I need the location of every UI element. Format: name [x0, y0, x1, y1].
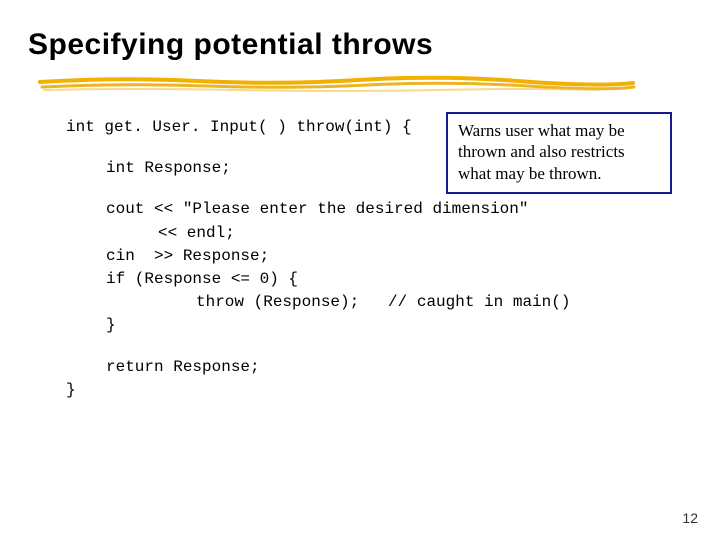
code-line: cin >> Response; — [106, 245, 692, 268]
code-line: cout << "Please enter the desired dimens… — [106, 198, 692, 221]
callout-box: Warns user what may be thrown and also r… — [446, 112, 672, 194]
callout-text: Warns user what may be thrown and also r… — [458, 121, 625, 183]
code-line: } — [66, 379, 692, 402]
code-line: << endl; — [158, 222, 692, 245]
page-number: 12 — [682, 510, 698, 526]
page-title: Specifying potential throws — [28, 28, 692, 62]
code-line: if (Response <= 0) { — [106, 268, 692, 291]
code-line: throw (Response); // caught in main() — [196, 291, 692, 314]
code-line: } — [106, 314, 692, 337]
title-underline — [38, 74, 692, 92]
code-line: return Response; — [106, 356, 692, 379]
